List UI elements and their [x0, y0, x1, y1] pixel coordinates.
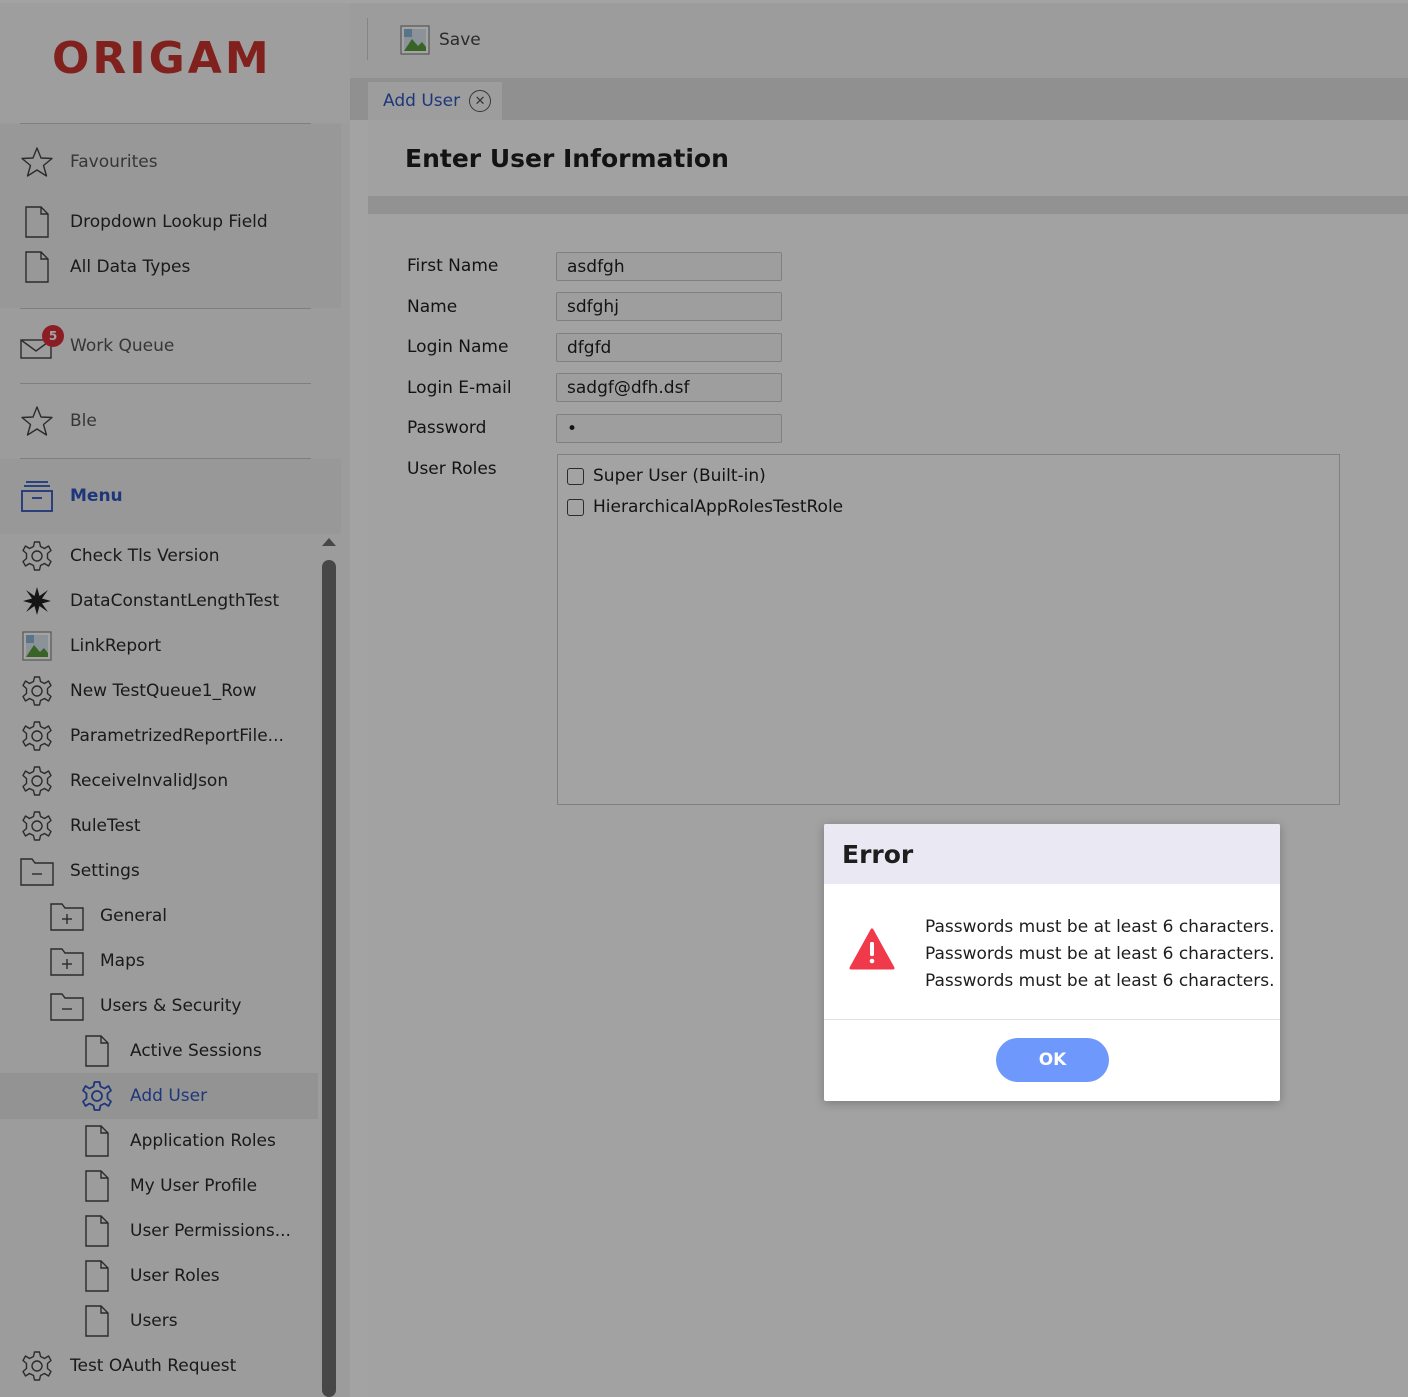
dialog-separator: [824, 1019, 1280, 1020]
dialog-messages: Passwords must be at least 6 characters.…: [925, 914, 1274, 995]
dialog-message: Passwords must be at least 6 characters.: [925, 917, 1275, 937]
modal-backdrop: [0, 0, 1408, 1397]
ok-button[interactable]: OK: [996, 1038, 1109, 1082]
dialog-message: Passwords must be at least 6 characters.: [925, 971, 1275, 991]
warning-icon: [849, 928, 895, 974]
error-dialog: Error Passwords must be at least 6 chara…: [824, 824, 1280, 1101]
dialog-message: Passwords must be at least 6 characters.: [925, 944, 1275, 964]
dialog-title: Error: [824, 824, 1280, 884]
